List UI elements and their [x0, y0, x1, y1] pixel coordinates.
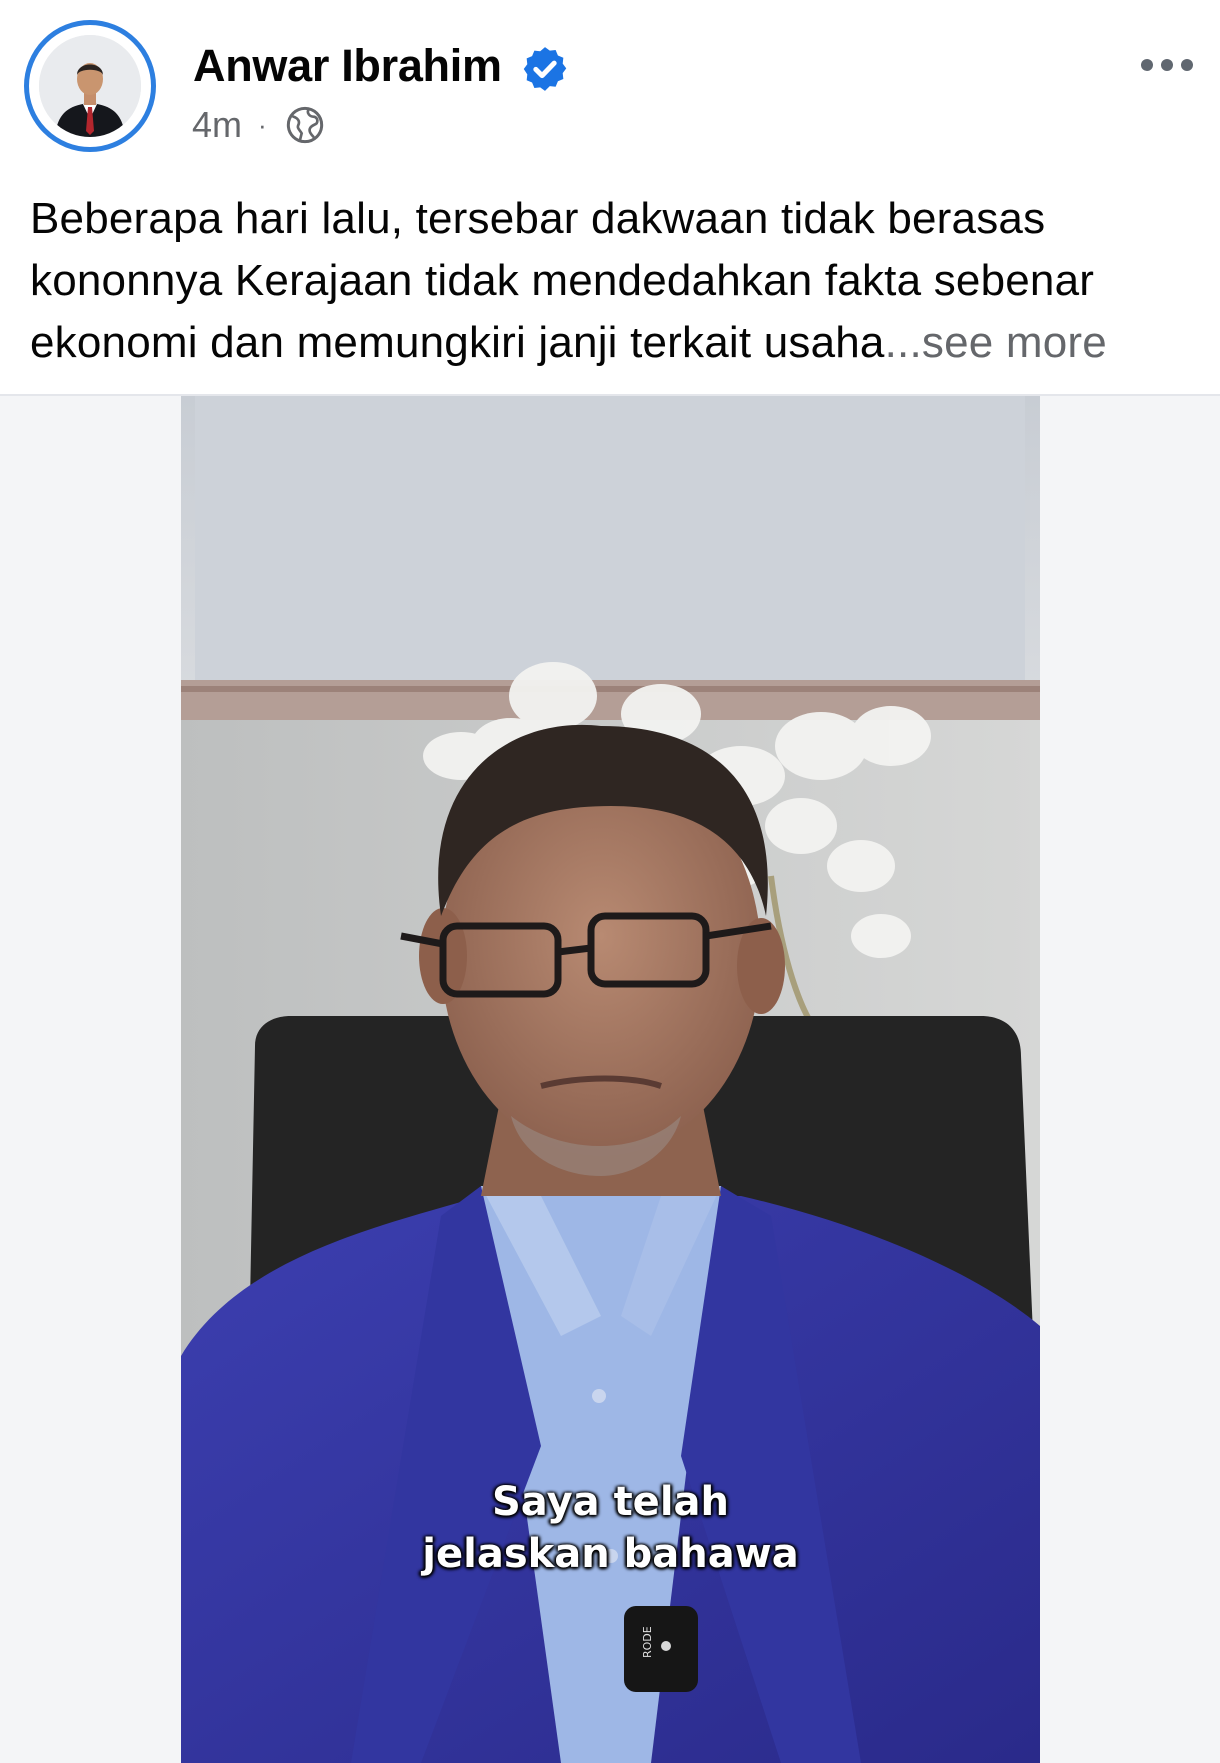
see-more-link[interactable]: ...see more — [885, 318, 1107, 367]
profile-avatar[interactable] — [24, 20, 156, 152]
video-caption: Saya telah jelaskan bahawa — [181, 1476, 1040, 1580]
post-time[interactable]: 4m — [192, 104, 242, 146]
post-text: Beberapa hari lalu, tersebar dakwaan tid… — [30, 188, 1210, 374]
globe-icon — [286, 106, 323, 144]
meta-separator: · — [258, 109, 267, 140]
caption-line-2: jelaskan bahawa — [422, 1531, 799, 1577]
avatar-photo — [39, 35, 141, 137]
post-header: Anwar Ibrahim 4m · — [0, 0, 1220, 180]
video-player[interactable]: RODE Saya telah jelaskan bahawa — [181, 396, 1040, 1763]
post-meta: 4m · — [192, 100, 325, 150]
mic-brand-label: RODE — [641, 1626, 654, 1658]
media-area: RODE Saya telah jelaskan bahawa — [0, 394, 1220, 1763]
author-name[interactable]: Anwar Ibrahim — [193, 40, 502, 92]
caption-line-1: Saya telah — [492, 1479, 729, 1525]
verified-badge-icon — [523, 47, 567, 91]
more-options-icon[interactable] — [1140, 55, 1194, 75]
